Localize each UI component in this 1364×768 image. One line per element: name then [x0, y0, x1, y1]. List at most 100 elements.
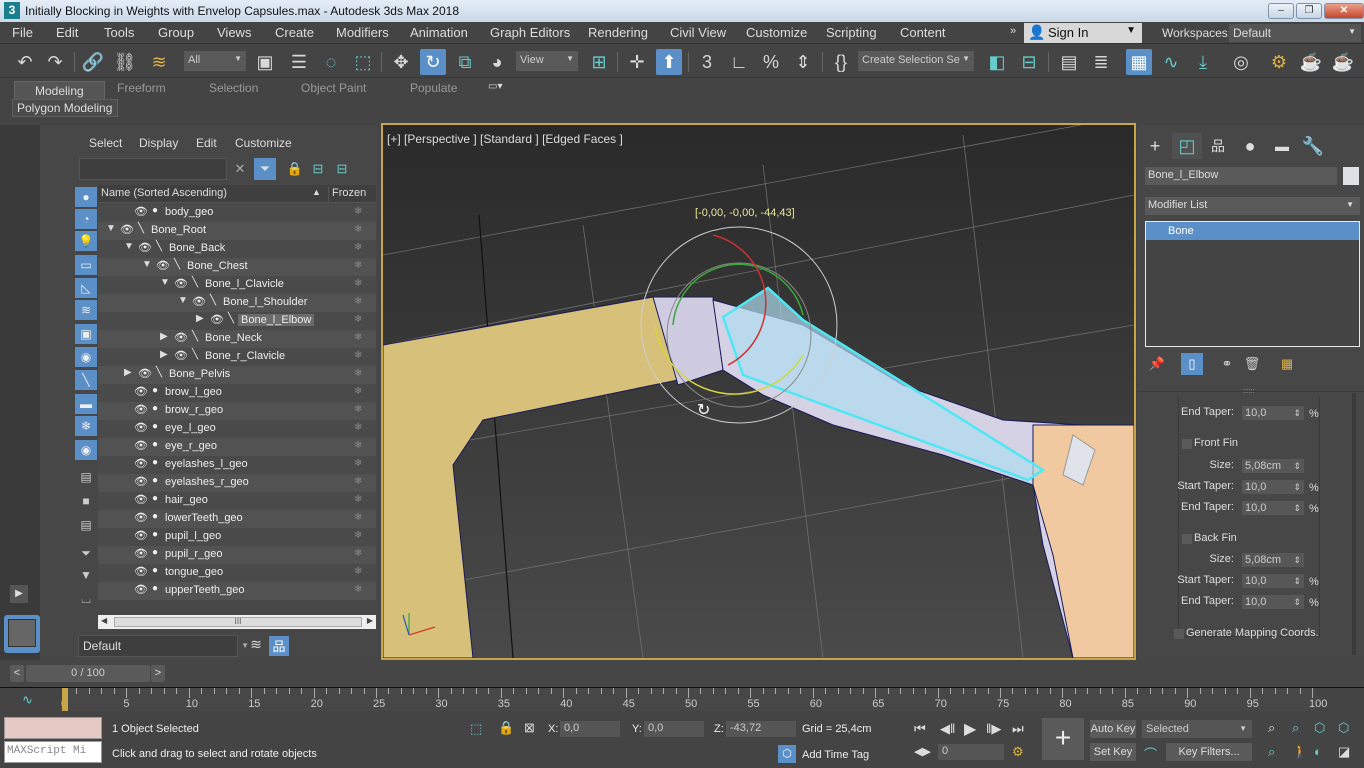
- pin-stack-icon[interactable]: 📌: [1146, 353, 1168, 375]
- menu-edit[interactable]: Edit: [56, 25, 78, 40]
- frozen-toggle-icon[interactable]: ❄: [354, 476, 362, 487]
- zoom-all-icon[interactable]: ⌕: [1292, 720, 1299, 736]
- material-editor-icon[interactable]: ◎: [1228, 49, 1254, 75]
- stack-item-bone[interactable]: Bone: [1146, 222, 1359, 240]
- hierarchy-tab-icon[interactable]: 品: [1203, 133, 1233, 159]
- column-frozen[interactable]: Frozen: [328, 187, 366, 203]
- time-prev-button[interactable]: <: [10, 665, 24, 682]
- utilities-tab-icon[interactable]: 🔧: [1298, 133, 1328, 159]
- show-end-result-icon[interactable]: ▯: [1181, 353, 1203, 375]
- menu-create[interactable]: Create: [275, 25, 314, 40]
- spinner-arrows-icon[interactable]: ⇕: [1293, 480, 1301, 494]
- frozen-toggle-icon[interactable]: ❄: [354, 278, 362, 289]
- select-object-icon[interactable]: ▣: [252, 49, 278, 75]
- menu-content[interactable]: Content: [900, 25, 946, 40]
- visibility-eye-icon[interactable]: 👁: [156, 259, 170, 272]
- modify-tab-icon[interactable]: ◰: [1172, 133, 1202, 159]
- previous-frame-icon[interactable]: ◀‖: [940, 721, 955, 737]
- display-none-icon[interactable]: ■: [75, 491, 97, 511]
- column-name[interactable]: Name (Sorted Ascending): [101, 187, 227, 199]
- back-end-taper-spinner[interactable]: 10,0 ⇕: [1242, 595, 1304, 609]
- selection-lock-icon[interactable]: 🔒: [498, 720, 514, 736]
- frozen-toggle-icon[interactable]: ❄: [354, 458, 362, 469]
- menu-animation[interactable]: Animation: [410, 25, 468, 40]
- frozen-toggle-icon[interactable]: ❄: [354, 512, 362, 523]
- frozen-toggle-icon[interactable]: ❄: [354, 260, 362, 271]
- visibility-eye-icon[interactable]: 👁: [138, 241, 152, 254]
- spinner-arrows-icon[interactable]: ⇕: [1293, 574, 1301, 588]
- frozen-toggle-icon[interactable]: ❄: [354, 368, 362, 379]
- render-setup-icon[interactable]: ⚙: [1266, 49, 1292, 75]
- visibility-eye-icon[interactable]: 👁: [120, 223, 134, 236]
- explorer-row[interactable]: 👁 ● eyelashes_r_geo ❄: [98, 474, 376, 492]
- maxscript-listener-output[interactable]: [4, 717, 102, 739]
- spinner-arrows-icon[interactable]: ⇕: [1293, 406, 1301, 420]
- visibility-eye-icon[interactable]: 👁: [134, 583, 148, 596]
- front-size-spinner[interactable]: 5,08cm ⇕: [1242, 459, 1304, 473]
- explorer-row[interactable]: 👁 ● upperTeeth_geo ❄: [98, 582, 376, 600]
- explorer-row[interactable]: ▼ 👁 ╲ Bone_l_Clavicle ❄: [98, 276, 376, 294]
- place-icon[interactable]: ◕: [484, 49, 510, 75]
- lock-icon[interactable]: 🔒: [284, 158, 306, 180]
- polygon-modeling-panel[interactable]: Polygon Modeling: [12, 99, 118, 117]
- resize-handle[interactable]: ::::::: [1243, 388, 1255, 395]
- zoom-extents-icon[interactable]: ⬡: [1314, 720, 1325, 736]
- selection-filter-dropdown[interactable]: All ▼: [184, 51, 246, 71]
- render-production-icon[interactable]: ☕: [1330, 49, 1356, 75]
- frozen-toggle-icon[interactable]: ❄: [354, 386, 362, 397]
- maxscript-mini-listener[interactable]: MAXScript Mi: [4, 741, 102, 763]
- geometry-filter-icon[interactable]: ●: [75, 187, 97, 207]
- time-next-button[interactable]: >: [151, 665, 165, 682]
- toggle-layer-explorer-icon[interactable]: ≣: [1088, 49, 1114, 75]
- filter-selection-icon[interactable]: ⏷: [75, 543, 97, 563]
- frozen-toggle-icon[interactable]: ❄: [354, 206, 362, 217]
- explorer-row[interactable]: 👁 ● brow_r_geo ❄: [98, 402, 376, 420]
- next-frame-icon[interactable]: ‖▶: [986, 721, 1001, 737]
- sort-by-hierarchy-icon[interactable]: 品: [269, 636, 289, 656]
- field-of-view-icon[interactable]: ⌕: [1268, 744, 1275, 760]
- menu-customize[interactable]: Customize: [746, 25, 807, 40]
- cameras-filter-icon[interactable]: ▭: [75, 255, 97, 275]
- explorer-menu-customize[interactable]: Customize: [235, 136, 292, 150]
- explorer-row[interactable]: ▶ 👁 ╲ Bone_Neck ❄: [98, 330, 376, 348]
- frozen-toggle-icon[interactable]: ❄: [354, 242, 362, 253]
- helpers-filter-icon[interactable]: ◺: [75, 278, 97, 298]
- menu-graph-editors[interactable]: Graph Editors: [490, 25, 570, 40]
- explorer-row[interactable]: ▶ 👁 ╲ Bone_r_Clavicle ❄: [98, 348, 376, 366]
- explorer-row[interactable]: 👁 ● pupil_r_geo ❄: [98, 546, 376, 564]
- play-icon[interactable]: ▶: [964, 719, 976, 739]
- explorer-menu-select[interactable]: Select: [89, 136, 122, 150]
- zoom-extents-all-icon[interactable]: ⬡: [1338, 720, 1349, 736]
- shapes-filter-icon[interactable]: ◔: [75, 209, 97, 229]
- collapse-icon[interactable]: ▼: [178, 295, 188, 306]
- set-key-button[interactable]: Set Key: [1090, 743, 1136, 761]
- visibility-eye-icon[interactable]: 👁: [134, 547, 148, 560]
- frozen-toggle-icon[interactable]: ❄: [354, 530, 362, 541]
- maximize-viewport-icon[interactable]: ◪: [1338, 744, 1350, 760]
- visibility-eye-icon[interactable]: 👁: [134, 493, 148, 506]
- xrefs-filter-icon[interactable]: ◉: [75, 347, 97, 367]
- explorer-row[interactable]: ▼ 👁 ╲ Bone_Back ❄: [98, 240, 376, 258]
- ribbon-options-icon[interactable]: ▭▾: [488, 81, 502, 92]
- space-warps-filter-icon[interactable]: ≋: [75, 300, 97, 320]
- explorer-row[interactable]: 👁 ● tongue_geo ❄: [98, 564, 376, 582]
- unlink-icon[interactable]: ⛓: [112, 49, 138, 75]
- visibility-eye-icon[interactable]: 👁: [134, 529, 148, 542]
- panel-scrollbar[interactable]: [1352, 393, 1356, 655]
- mirror-icon[interactable]: ◧: [984, 49, 1010, 75]
- expand-all-icon[interactable]: ⊟: [307, 158, 329, 180]
- rotate-icon[interactable]: ↻: [420, 49, 446, 75]
- back-fin-checkbox[interactable]: [1182, 534, 1192, 544]
- explorer-menu-edit[interactable]: Edit: [196, 136, 217, 150]
- snaps-toggle-icon[interactable]: 3: [694, 49, 720, 75]
- explorer-row[interactable]: 👁 ● eye_r_geo ❄: [98, 438, 376, 456]
- spinner-arrows-icon[interactable]: ⇕: [1293, 553, 1301, 567]
- collapse-icon[interactable]: ▼: [142, 259, 152, 270]
- end-taper-spinner[interactable]: 10,0 ⇕: [1242, 406, 1304, 420]
- collapse-all-icon[interactable]: ⊟: [331, 158, 353, 180]
- create-tab-icon[interactable]: +: [1140, 133, 1170, 159]
- viewport-layout-tab[interactable]: [4, 615, 40, 653]
- key-filters-button[interactable]: Key Filters...: [1166, 743, 1252, 761]
- frozen-toggle-icon[interactable]: ❄: [354, 494, 362, 505]
- make-unique-icon[interactable]: ⚭: [1216, 353, 1238, 375]
